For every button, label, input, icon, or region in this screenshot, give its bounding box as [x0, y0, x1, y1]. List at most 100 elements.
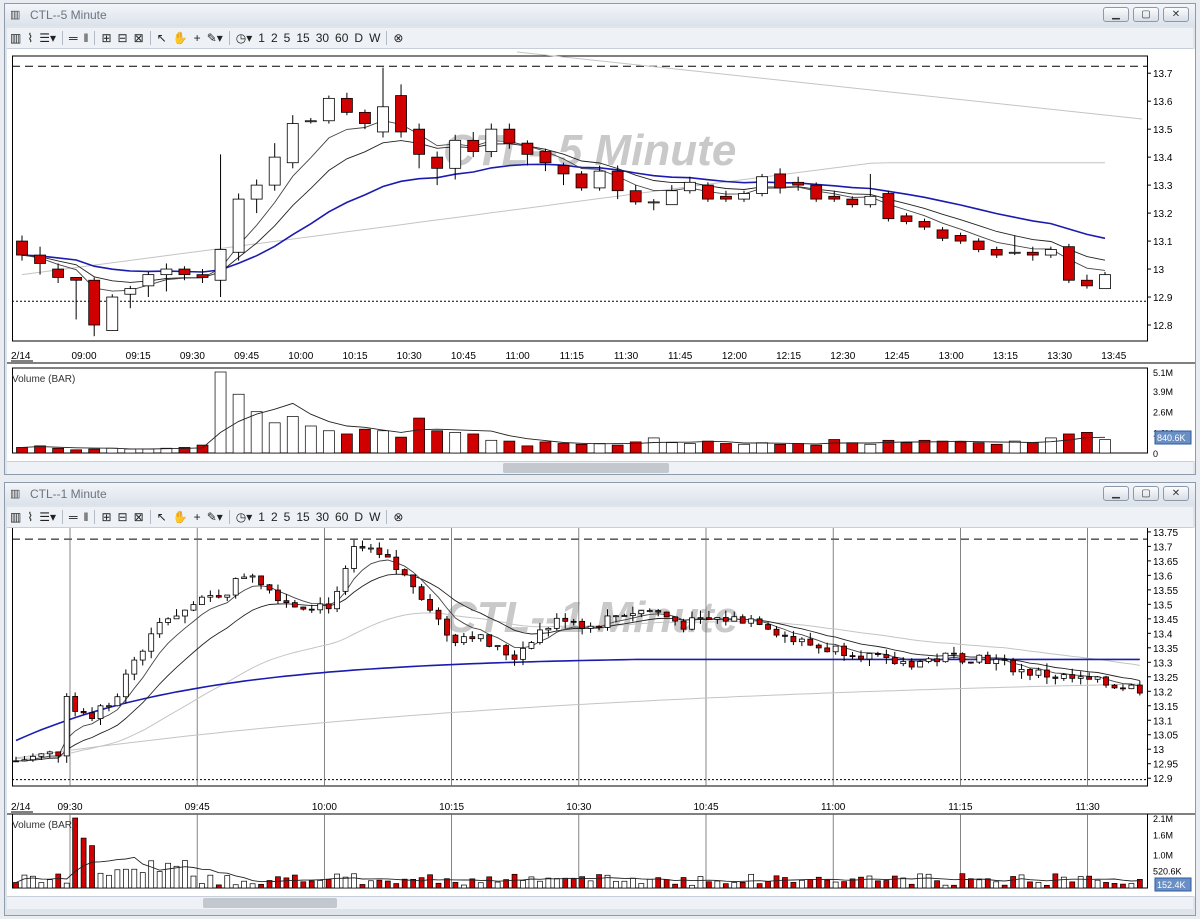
- bullish-candle[interactable]: [731, 616, 738, 622]
- bullish-candle[interactable]: [124, 288, 137, 295]
- bearish-candle[interactable]: [680, 620, 687, 630]
- bullish-candle[interactable]: [286, 123, 299, 164]
- bullish-candle[interactable]: [160, 268, 173, 276]
- bullish-candle[interactable]: [207, 595, 214, 598]
- bullish-candle[interactable]: [714, 617, 721, 620]
- bearish-candle[interactable]: [34, 254, 46, 264]
- bullish-candle[interactable]: [638, 610, 645, 615]
- bearish-candle[interactable]: [1026, 251, 1039, 256]
- bullish-candle[interactable]: [122, 673, 129, 698]
- bearish-candle[interactable]: [908, 661, 915, 668]
- bearish-candle[interactable]: [1081, 279, 1093, 287]
- bearish-candle[interactable]: [266, 584, 273, 591]
- bullish-candle[interactable]: [621, 615, 628, 617]
- bullish-candle[interactable]: [106, 296, 119, 332]
- bearish-candle[interactable]: [774, 173, 786, 189]
- bearish-candle[interactable]: [841, 645, 847, 657]
- period-15[interactable]: 15: [293, 508, 312, 526]
- bearish-candle[interactable]: [359, 546, 366, 549]
- bearish-candle[interactable]: [410, 574, 417, 588]
- bullish-candle[interactable]: [1035, 669, 1042, 676]
- bullish-candle[interactable]: [148, 633, 155, 652]
- draw-pen-icon[interactable]: ✎▾: [204, 29, 226, 47]
- bearish-candle[interactable]: [452, 634, 459, 644]
- bullish-candle[interactable]: [165, 618, 172, 623]
- minimize-button[interactable]: ▁: [1103, 486, 1129, 501]
- horizontal-lines-icon[interactable]: ═: [66, 508, 81, 526]
- bullish-candle[interactable]: [689, 617, 695, 630]
- bullish-candle[interactable]: [864, 195, 877, 206]
- bearish-candle[interactable]: [503, 645, 510, 656]
- period-weekly[interactable]: W: [366, 29, 383, 47]
- clock-icon[interactable]: ◷▾: [233, 508, 256, 526]
- bearish-candle[interactable]: [283, 600, 290, 604]
- bullish-candle[interactable]: [131, 659, 138, 675]
- price-volume-chart[interactable]: CTL--1 Minute13.7513.713.6513.613.5513.5…: [7, 522, 1195, 896]
- bearish-candle[interactable]: [918, 221, 931, 228]
- bearish-candle[interactable]: [1103, 676, 1109, 686]
- bullish-candle[interactable]: [545, 627, 552, 631]
- bullish-candle[interactable]: [317, 603, 324, 611]
- pointer-icon[interactable]: ↖: [154, 29, 170, 47]
- bearish-candle[interactable]: [1063, 246, 1075, 281]
- bullish-candle[interactable]: [173, 615, 180, 620]
- bullish-candle[interactable]: [29, 755, 36, 761]
- crosshair-icon[interactable]: ⊞: [98, 508, 114, 526]
- bearish-candle[interactable]: [467, 139, 480, 152]
- draw-pen-icon[interactable]: ✎▾: [204, 508, 226, 526]
- bearish-candle[interactable]: [413, 128, 426, 155]
- pointer-icon[interactable]: ↖: [154, 508, 170, 526]
- bearish-candle[interactable]: [720, 195, 732, 200]
- period-1[interactable]: 1: [255, 508, 268, 526]
- bearish-candle[interactable]: [486, 634, 493, 647]
- bullish-candle[interactable]: [268, 156, 281, 186]
- bearish-candle[interactable]: [790, 635, 797, 643]
- pan-hand-icon[interactable]: ✋: [170, 508, 191, 526]
- bearish-candle[interactable]: [990, 249, 1003, 256]
- bullish-candle[interactable]: [1077, 676, 1084, 679]
- bullish-candle[interactable]: [665, 190, 678, 206]
- horizontal-scrollbar[interactable]: [7, 461, 1193, 474]
- period-1[interactable]: 1: [255, 29, 268, 47]
- bearish-candle[interactable]: [16, 240, 28, 256]
- bullish-candle[interactable]: [613, 615, 619, 618]
- bearish-candle[interactable]: [562, 617, 569, 622]
- bearish-candle[interactable]: [258, 575, 264, 586]
- bearish-candle[interactable]: [401, 569, 408, 576]
- maximize-button[interactable]: ▢: [1133, 7, 1159, 22]
- bearish-candle[interactable]: [427, 599, 433, 611]
- bullish-candle[interactable]: [322, 97, 335, 122]
- bearish-candle[interactable]: [815, 644, 822, 649]
- price-volume-chart[interactable]: CTL--5 Minute13.713.613.513.413.313.213.…: [7, 49, 1195, 461]
- bullish-candle[interactable]: [494, 645, 501, 648]
- bearish-candle[interactable]: [722, 617, 729, 622]
- bearish-candle[interactable]: [706, 617, 712, 620]
- bearish-candle[interactable]: [359, 111, 371, 124]
- bearish-candle[interactable]: [503, 128, 516, 144]
- bearish-candle[interactable]: [934, 658, 940, 663]
- bullish-candle[interactable]: [1018, 669, 1025, 673]
- bullish-candle[interactable]: [900, 661, 907, 665]
- pan-hand-icon[interactable]: ✋: [170, 29, 191, 47]
- bearish-candle[interactable]: [1069, 674, 1076, 679]
- bearish-candle[interactable]: [1136, 684, 1143, 694]
- period-15[interactable]: 15: [293, 29, 312, 47]
- bearish-candle[interactable]: [80, 711, 87, 714]
- bearish-candle[interactable]: [196, 274, 209, 278]
- horizontal-lines-icon[interactable]: ═: [66, 29, 81, 47]
- bearish-candle[interactable]: [959, 653, 966, 663]
- bullish-candle[interactable]: [593, 170, 606, 189]
- bearish-candle[interactable]: [672, 616, 678, 622]
- bearish-candle[interactable]: [954, 235, 967, 242]
- cross-cursor-icon[interactable]: +: [191, 29, 204, 47]
- bullish-candle[interactable]: [367, 547, 374, 550]
- bearish-candle[interactable]: [511, 654, 518, 660]
- period-5[interactable]: 5: [281, 29, 294, 47]
- bearish-candle[interactable]: [900, 215, 913, 222]
- bullish-candle[interactable]: [1128, 684, 1135, 690]
- bearish-candle[interactable]: [539, 151, 552, 164]
- period-60[interactable]: 60: [332, 508, 351, 526]
- bullish-candle[interactable]: [351, 546, 357, 569]
- title-bar[interactable]: ▥ CTL--5 Minute ▁ ▢ ✕: [5, 4, 1195, 26]
- bullish-candle[interactable]: [832, 645, 839, 653]
